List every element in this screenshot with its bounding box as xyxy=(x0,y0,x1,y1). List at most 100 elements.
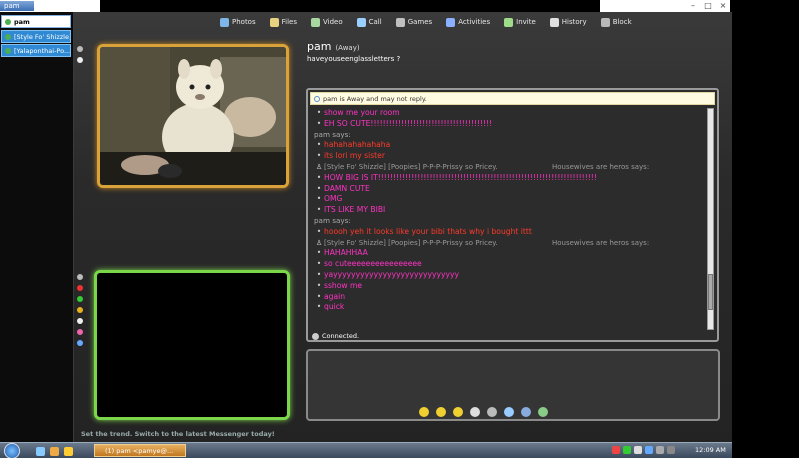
activities-button[interactable]: Activities xyxy=(446,17,491,27)
green-status-icon[interactable] xyxy=(77,296,83,302)
quicklaunch-icon[interactable] xyxy=(36,447,45,456)
maximize-icon[interactable]: □ xyxy=(701,0,715,12)
games-button[interactable]: Games xyxy=(395,17,432,27)
photos-button[interactable]: Photos xyxy=(220,17,256,27)
message-text: pam says: xyxy=(314,215,351,225)
contact-webcam xyxy=(97,44,289,188)
message-line: • again xyxy=(314,292,706,303)
message-text: show me your room xyxy=(324,108,400,117)
network-icon[interactable] xyxy=(667,446,675,454)
more-icon[interactable] xyxy=(538,407,548,417)
bullet-icon: • xyxy=(316,140,322,150)
tray-icon[interactable] xyxy=(634,446,642,454)
personal-message: haveyouseenglassletters ? xyxy=(307,55,401,63)
webcam-image xyxy=(100,47,286,185)
message-text: DAMN CUTE xyxy=(324,183,370,193)
sender-line: ♙ [Style Fo' Shizzle] [Poopies] P-P-P-Pri… xyxy=(314,162,706,173)
white-status-icon[interactable] xyxy=(77,318,83,324)
history-button[interactable]: History xyxy=(549,17,587,27)
message-line: • EH SO CUTE!!!!!!!!!!!!!!!!!!!!!!!!!!!!!… xyxy=(314,119,706,130)
bullet-icon: • xyxy=(316,269,322,279)
conversation-window: Photos Files Video Call Games Activities… xyxy=(74,12,732,442)
message-line: • HAHAHHAA xyxy=(314,248,706,259)
connection-icon xyxy=(312,332,319,340)
mywebcam-toggle-icon[interactable] xyxy=(77,274,83,280)
message-line: • its lori my sister xyxy=(314,151,706,162)
volume-icon[interactable] xyxy=(656,446,664,454)
message-text: yayyyyyyyyyyyyyyyyyyyyyyyyyyyy xyxy=(324,269,459,279)
webcam-toggle-icon[interactable] xyxy=(77,46,83,52)
quicklaunch-icon[interactable] xyxy=(50,447,59,456)
conversation-tab-strip: pam [Style Fo' Shizzle]... [Yalaponthai-… xyxy=(0,12,74,442)
message-text: HAHAHHAA xyxy=(324,248,368,258)
button-label: Files xyxy=(281,18,297,26)
bullet-icon: • xyxy=(316,302,322,312)
tray-icon[interactable] xyxy=(612,446,620,454)
tab-pam[interactable]: pam xyxy=(1,15,71,28)
message-text: sshow me xyxy=(324,280,363,290)
bullet-icon: • xyxy=(316,151,322,161)
tray-icon[interactable] xyxy=(623,446,631,454)
message-text: hahahahahahaha xyxy=(324,140,391,150)
font-icon[interactable] xyxy=(504,407,514,417)
block-button[interactable]: Block xyxy=(600,17,632,27)
invite-button[interactable]: Invite xyxy=(504,17,536,27)
button-label: Activities xyxy=(458,18,491,26)
pink-status-icon[interactable] xyxy=(77,329,83,335)
background-icon[interactable] xyxy=(487,407,497,417)
activities-icon xyxy=(446,17,456,27)
message-text: hoooh yeh it looks like your bibi thats … xyxy=(324,226,532,236)
webcam-settings-icon[interactable] xyxy=(77,57,83,63)
tray-icon[interactable] xyxy=(645,446,653,454)
handwriting-icon[interactable] xyxy=(521,407,531,417)
taskbar-item-messenger[interactable]: (1) pam <pamye@... xyxy=(94,444,186,457)
message-text: ITS LIKE MY BIBI xyxy=(324,205,386,215)
yellow-status-icon[interactable] xyxy=(77,307,83,313)
person-icon: ♙ xyxy=(315,238,323,247)
message-text: [Style Fo' Shizzle] [Poopies] P-P-P-Pris… xyxy=(324,162,498,171)
button-label: History xyxy=(561,18,587,26)
my-webcam-controls xyxy=(77,274,85,351)
button-label: Call xyxy=(368,18,382,26)
blue-status-icon[interactable] xyxy=(77,340,83,346)
info-bar-text: pam is Away and may not reply. xyxy=(323,95,427,103)
input-toolbar xyxy=(419,407,548,417)
files-button[interactable]: Files xyxy=(269,17,297,27)
nudge-icon[interactable] xyxy=(453,407,463,417)
call-button[interactable]: Call xyxy=(356,17,382,27)
sender-line: pam says: xyxy=(314,130,706,141)
close-icon[interactable]: × xyxy=(716,0,730,12)
message-line: • ITS LIKE MY BIBI xyxy=(314,205,706,216)
message-line: • show me your room xyxy=(314,108,706,119)
invite-icon xyxy=(504,17,514,27)
tab-style-fo-shizzle[interactable]: [Style Fo' Shizzle]... xyxy=(1,30,71,43)
message-text: pam says: xyxy=(314,129,351,139)
sender-name: Housewives are heros says: xyxy=(552,238,650,247)
emoticon-icon[interactable] xyxy=(419,407,429,417)
status-icon xyxy=(5,19,11,25)
message-line: • so cuteeeeeeeeeeeeeeee xyxy=(314,259,706,270)
red-status-icon[interactable] xyxy=(77,285,83,291)
bullet-icon: • xyxy=(316,108,322,117)
message-input[interactable] xyxy=(310,353,716,403)
webcam-controls xyxy=(77,46,85,68)
video-button[interactable]: Video xyxy=(311,17,343,27)
system-tray xyxy=(612,446,675,454)
window-title: pam xyxy=(0,1,34,11)
message-text: again xyxy=(324,291,346,301)
promo-text[interactable]: Set the trend. Switch to the latest Mess… xyxy=(81,430,275,438)
wink-icon[interactable] xyxy=(436,407,446,417)
my-webcam xyxy=(94,270,290,420)
voice-clip-icon[interactable] xyxy=(470,407,480,417)
tab-yalaponthai[interactable]: [Yalaponthai-Po... xyxy=(1,44,71,57)
history-scrollbar[interactable] xyxy=(707,108,714,330)
status-icon xyxy=(5,34,11,40)
minimize-icon[interactable]: – xyxy=(686,0,700,12)
start-button[interactable] xyxy=(4,443,20,458)
title-bar: pam xyxy=(0,0,100,12)
call-icon xyxy=(356,17,366,27)
message-line: • hoooh yeh it looks like your bibi thats… xyxy=(314,227,706,238)
message-text: OMG xyxy=(324,194,343,204)
quicklaunch-icon[interactable] xyxy=(64,447,73,456)
scrollbar-thumb[interactable] xyxy=(708,274,713,310)
